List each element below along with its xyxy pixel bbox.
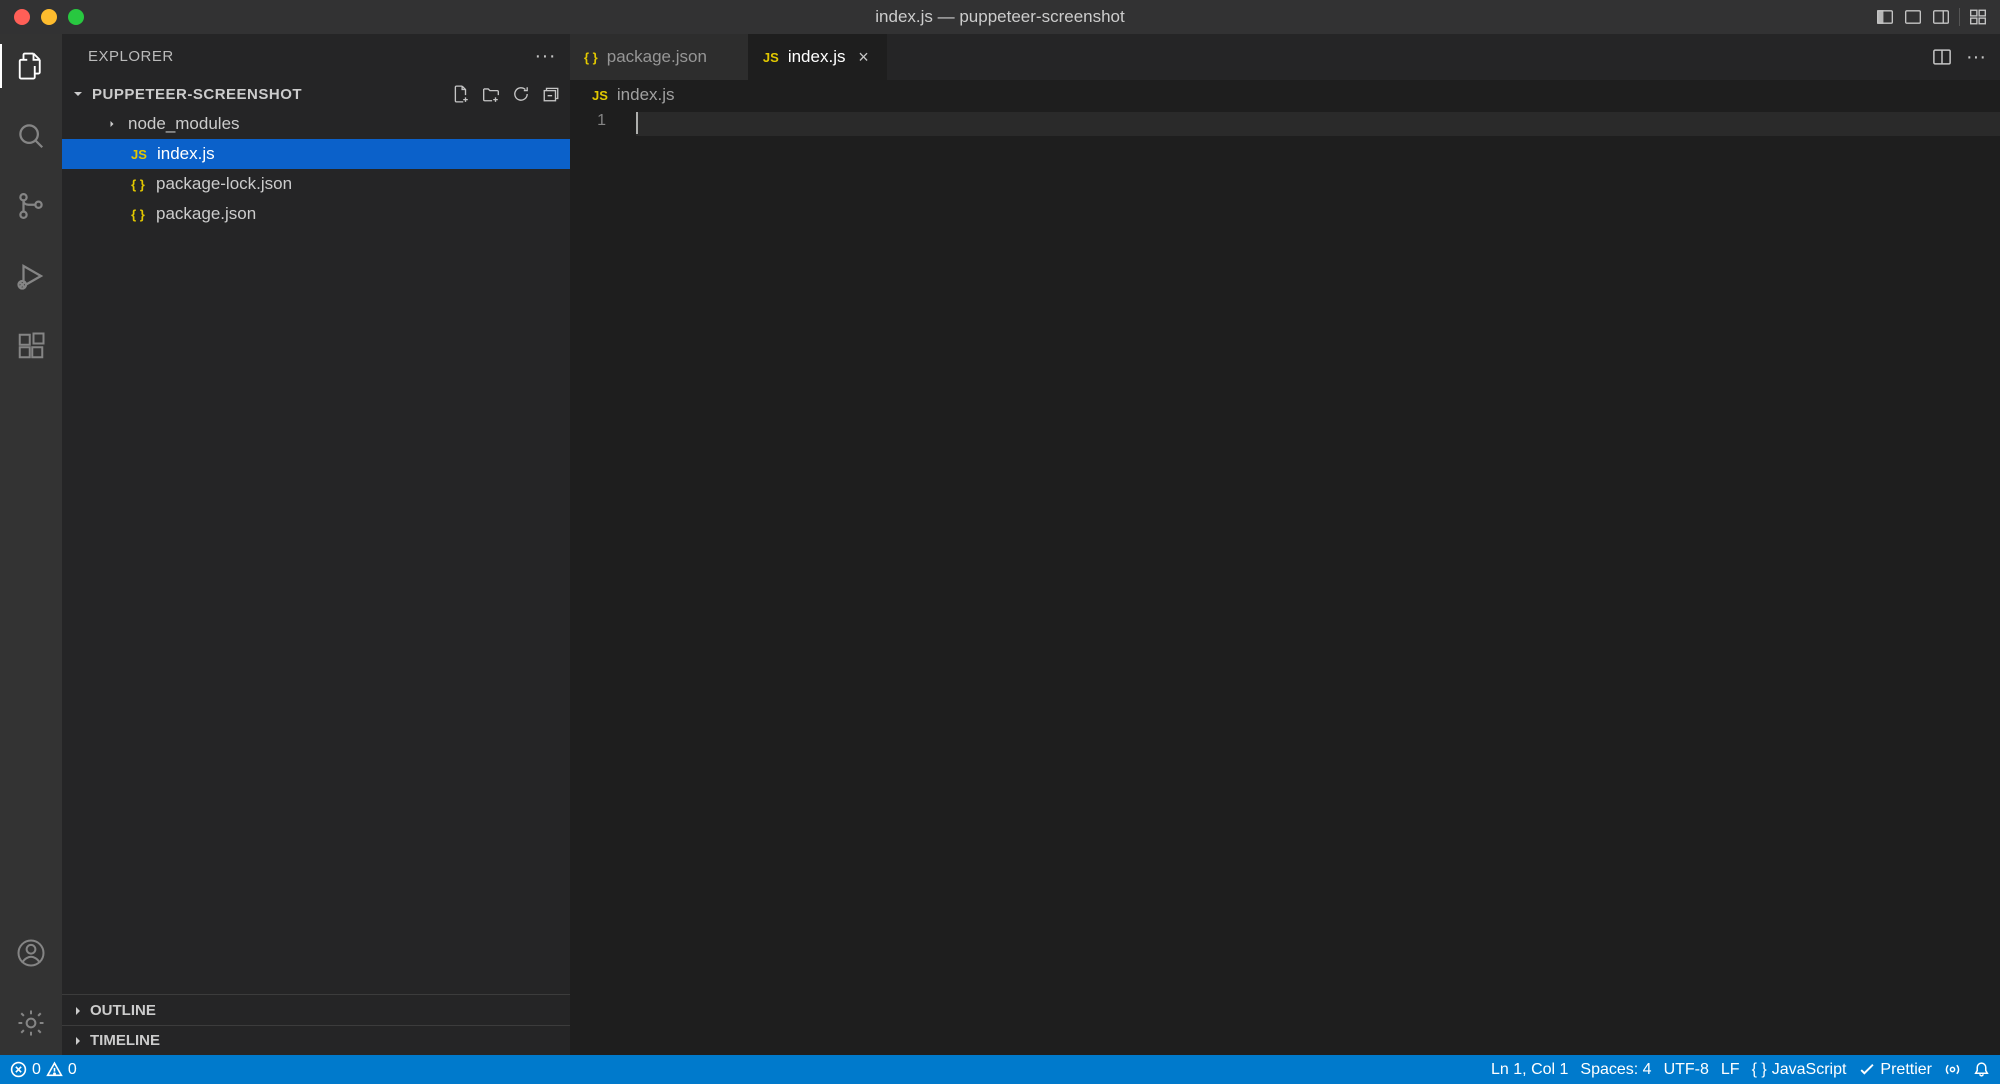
file-package-lock-json[interactable]: { } package-lock.json [62, 169, 570, 199]
status-problems[interactable]: 0 0 [10, 1061, 77, 1079]
activity-bar [0, 34, 62, 1055]
file-index-js[interactable]: JS index.js [62, 139, 570, 169]
outline-section[interactable]: OUTLINE [62, 995, 570, 1025]
check-icon [1858, 1061, 1875, 1078]
editor-area: { } package.json × JS index.js × ··· JS … [570, 34, 2000, 1055]
editor-more-icon[interactable]: ··· [1962, 43, 1990, 71]
json-file-icon: { } [128, 177, 148, 192]
explorer-more-icon[interactable]: ··· [535, 45, 556, 68]
project-name: PUPPETEER-SCREENSHOT [92, 86, 302, 103]
split-editor-icon[interactable] [1928, 43, 1956, 71]
file-label: index.js [157, 144, 215, 164]
customize-layout-icon[interactable] [1964, 3, 1992, 31]
source-control-activity-icon[interactable] [0, 184, 62, 228]
file-label: package.json [156, 204, 256, 224]
status-cursor-position[interactable]: Ln 1, Col 1 [1491, 1061, 1568, 1079]
timeline-section[interactable]: TIMELINE [62, 1025, 570, 1055]
settings-activity-icon[interactable] [0, 1001, 62, 1045]
line-number: 1 [570, 112, 606, 130]
chevron-down-icon [70, 86, 86, 102]
window-title: index.js — puppeteer-screenshot [875, 7, 1124, 27]
json-file-icon: { } [584, 50, 598, 65]
braces-icon: { } [1752, 1061, 1767, 1079]
explorer-header: EXPLORER ··· [62, 34, 570, 79]
timeline-label: TIMELINE [90, 1032, 160, 1049]
project-header[interactable]: PUPPETEER-SCREENSHOT [62, 79, 570, 109]
status-encoding[interactable]: UTF-8 [1664, 1061, 1709, 1079]
chevron-right-icon [70, 1003, 86, 1019]
folder-label: node_modules [128, 114, 240, 134]
error-icon [10, 1061, 27, 1078]
editor-line-1[interactable] [636, 112, 2000, 136]
new-folder-icon[interactable] [480, 83, 502, 105]
status-feedback-icon[interactable] [1944, 1061, 1961, 1078]
errors-count: 0 [32, 1061, 41, 1079]
status-bell-icon[interactable] [1973, 1061, 1990, 1078]
explorer-activity-icon[interactable] [0, 44, 62, 88]
tabs-row: { } package.json × JS index.js × ··· [570, 34, 2000, 80]
status-bar: 0 0 Ln 1, Col 1 Spaces: 4 UTF-8 LF { } J… [0, 1055, 2000, 1084]
accounts-activity-icon[interactable] [0, 931, 62, 975]
editor-actions: ··· [1928, 34, 2000, 80]
tab-package-json[interactable]: { } package.json × [570, 34, 749, 80]
text-cursor [636, 112, 638, 134]
run-debug-activity-icon[interactable] [0, 254, 62, 298]
breadcrumb-label: index.js [617, 85, 675, 105]
file-tree: node_modules JS index.js { } package-loc… [62, 109, 570, 994]
separator [1959, 8, 1960, 26]
file-label: package-lock.json [156, 174, 292, 194]
collapse-folders-icon[interactable] [540, 83, 562, 105]
editor-body[interactable]: 1 [570, 110, 2000, 1055]
titlebar-layout-controls [1871, 3, 1992, 31]
extensions-activity-icon[interactable] [0, 324, 62, 368]
tab-label: package.json [607, 47, 707, 67]
tab-label: index.js [788, 47, 846, 67]
warnings-count: 0 [68, 1061, 77, 1079]
refresh-icon[interactable] [510, 83, 532, 105]
status-language[interactable]: { } JavaScript [1752, 1061, 1847, 1079]
breadcrumb[interactable]: JS index.js [570, 80, 2000, 110]
broadcast-icon [1944, 1061, 1961, 1078]
toggle-secondary-sidebar-icon[interactable] [1927, 3, 1955, 31]
json-file-icon: { } [128, 207, 148, 222]
close-tab-icon[interactable]: × [854, 47, 872, 68]
project-actions [450, 83, 562, 105]
bell-icon [1973, 1061, 1990, 1078]
editor-content[interactable] [636, 110, 2000, 1055]
minimize-window-button[interactable] [41, 9, 57, 25]
search-activity-icon[interactable] [0, 114, 62, 158]
status-eol[interactable]: LF [1721, 1061, 1740, 1079]
js-file-icon: JS [592, 88, 608, 103]
titlebar: index.js — puppeteer-screenshot [0, 0, 2000, 34]
toggle-primary-sidebar-icon[interactable] [1871, 3, 1899, 31]
close-window-button[interactable] [14, 9, 30, 25]
toggle-panel-icon[interactable] [1899, 3, 1927, 31]
outline-label: OUTLINE [90, 1002, 156, 1019]
new-file-icon[interactable] [450, 83, 472, 105]
sidebar-bottom-sections: OUTLINE TIMELINE [62, 994, 570, 1055]
tab-index-js[interactable]: JS index.js × [749, 34, 888, 80]
file-package-json[interactable]: { } package.json [62, 199, 570, 229]
window-controls [0, 9, 84, 25]
explorer-title: EXPLORER [88, 48, 174, 65]
line-gutter: 1 [570, 110, 636, 1055]
explorer-sidebar: EXPLORER ··· PUPPETEER-SCREENSHOT node_m… [62, 34, 570, 1055]
status-prettier[interactable]: Prettier [1858, 1061, 1932, 1079]
status-indentation[interactable]: Spaces: 4 [1580, 1061, 1651, 1079]
folder-node-modules[interactable]: node_modules [62, 109, 570, 139]
chevron-right-icon [104, 118, 120, 130]
warning-icon [46, 1061, 63, 1078]
js-file-icon: JS [129, 147, 149, 162]
chevron-right-icon [70, 1033, 86, 1049]
maximize-window-button[interactable] [68, 9, 84, 25]
js-file-icon: JS [763, 50, 779, 65]
